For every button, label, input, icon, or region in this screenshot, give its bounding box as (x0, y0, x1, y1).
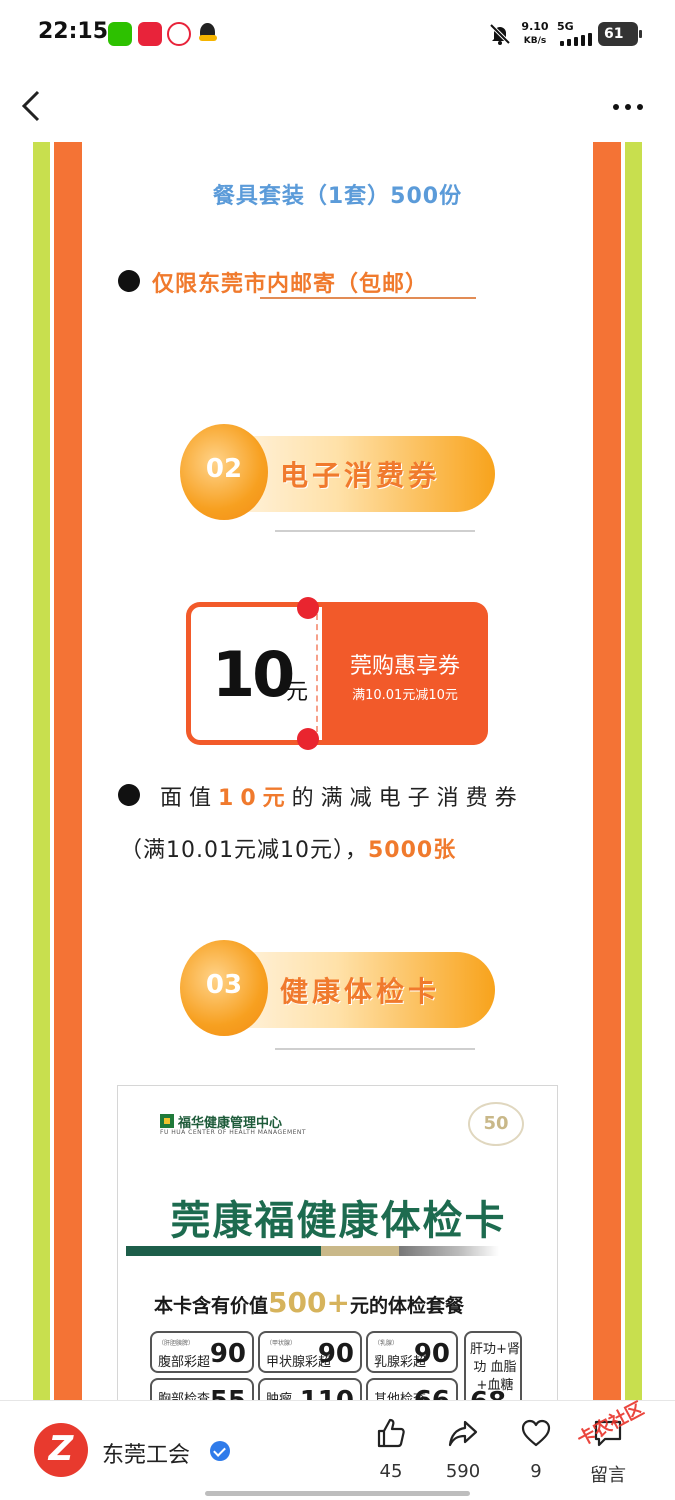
package-value: 110 (300, 1386, 354, 1400)
package-value: 90 (209, 1339, 246, 1369)
package-tile: （乳腺） 乳腺彩超 90 (366, 1331, 458, 1373)
qq-icon (196, 22, 220, 46)
nav-bar (0, 68, 675, 142)
bottom-action-bar: Z 东莞工会 45 590 9 留言 (0, 1400, 675, 1500)
coupon-desc-line2: （满10.01元减10元），5000张 (120, 832, 456, 864)
desc-text: 的满减电子消费券 (291, 786, 524, 811)
right-orange-stripe (593, 142, 621, 1400)
tableware-set-title: 餐具套装（1套）500份 (212, 184, 463, 209)
share-arrow-icon (448, 1420, 478, 1447)
panda-app-icon (167, 22, 191, 46)
coupon-card: 10 元 莞购惠享券 满10.01元减10元 (186, 597, 488, 750)
article-content[interactable]: 餐具套装（1套）500份 仅限东莞市内邮寄（包邮） 02 电子消费券 10 元 … (0, 142, 675, 1400)
section-number: 03 (205, 970, 243, 1000)
mail-note-underline (260, 297, 476, 299)
card-subtitle-value: 500+ (268, 1286, 350, 1319)
battery-icon: 61 (598, 22, 642, 46)
heart-count: 9 (530, 1461, 542, 1482)
section-02-header: 02 电子消费券 (180, 424, 495, 520)
like-count: 45 (379, 1461, 403, 1482)
like-button[interactable]: 45 (359, 1417, 423, 1487)
signal-icon (560, 32, 594, 46)
card-subtitle: 本卡含有价值500+元的体检套餐 (154, 1286, 464, 1319)
mute-bell-icon (489, 23, 511, 45)
desc-highlight-count: 5000张 (367, 838, 457, 863)
package-note: （肝胆胰脾） (158, 1340, 195, 1347)
package-value: 66 (414, 1386, 450, 1400)
wechat-icon (108, 22, 132, 46)
card-bar-green (126, 1246, 321, 1256)
coupon-amount: 10 (212, 638, 295, 711)
section-label: 健康体检卡 (280, 975, 441, 1008)
net-speed: 9.10 KB/s (520, 20, 550, 48)
package-tile: 胸部检查 55 (150, 1378, 254, 1400)
bullet-dot (118, 784, 140, 806)
package-name: 肿瘤 (266, 1392, 293, 1400)
card-subtitle-text: 元的体检套餐 (349, 1295, 464, 1317)
card-center-english: FU HUA CENTER OF HEALTH MANAGEMENT (160, 1129, 307, 1136)
card-bar-gray (399, 1246, 499, 1256)
author-name[interactable]: 东莞工会 (102, 1437, 190, 1469)
package-tile: 肿瘤 110 (258, 1378, 362, 1400)
section-02-divider (275, 530, 475, 532)
desc-highlight-value: 10元 (218, 786, 292, 811)
package-tile: 其他检查 66 (366, 1378, 458, 1400)
left-green-stripe (33, 142, 50, 1400)
verified-icon (210, 1441, 230, 1461)
thumbs-up-icon (377, 1418, 405, 1448)
coupon-perforation (316, 614, 318, 732)
package-value: 90 (413, 1339, 450, 1369)
package-tile: （肝胆胰脾） 腹部彩超 90 (150, 1331, 254, 1373)
mail-note: 仅限东莞市内邮寄（包邮） (152, 272, 429, 297)
card-title: 莞康福健康体检卡 (170, 1197, 507, 1244)
package-note: （乳腺） (374, 1340, 399, 1347)
desc-text: 面值 (160, 786, 219, 811)
coupon-notch-bottom (297, 728, 319, 750)
coupon-unit: 元 (286, 680, 309, 705)
bullet-dot (118, 270, 140, 292)
section-number: 02 (205, 454, 243, 484)
share-count: 590 (445, 1461, 481, 1482)
card-subtitle-text: 本卡含有价值 (154, 1295, 269, 1317)
coupon-desc-line1: 面值10元的满减电子消费券 (160, 780, 524, 812)
anniversary-badge: 50 (468, 1102, 524, 1146)
back-button[interactable] (18, 88, 48, 124)
package-tile: （甲状腺） 甲状腺彩超 90 (258, 1331, 362, 1373)
package-note: （甲状腺） (266, 1340, 297, 1347)
red-app-icon (138, 22, 162, 46)
right-green-stripe (625, 142, 642, 1400)
coupon-notch-top (297, 597, 319, 619)
comment-label: 留言 (590, 1465, 626, 1486)
package-name: 腹部彩超 (158, 1355, 211, 1370)
package-value: 55 (210, 1386, 246, 1400)
more-button[interactable] (608, 96, 648, 116)
package-tile: 肝功+肾功 血脂+血糖 68 (464, 1331, 522, 1400)
card-bar-gold (321, 1246, 399, 1256)
desc-text: （满10.01元减10元）， (120, 838, 368, 863)
section-label: 电子消费券 (280, 459, 441, 492)
favorite-button[interactable]: 9 (504, 1417, 568, 1487)
net-speed-unit: KB/s (523, 36, 547, 46)
heart-icon (521, 1419, 551, 1447)
net-speed-value: 9.10 (521, 20, 549, 33)
package-value: 90 (317, 1339, 354, 1369)
fuhua-logo-icon (160, 1114, 174, 1128)
health-check-card-image[interactable]: 福华健康管理中心 FU HUA CENTER OF HEALTH MANAGEM… (117, 1085, 558, 1400)
status-time: 22:15 (38, 19, 109, 44)
section-03-divider (275, 1048, 475, 1050)
coupon-name: 莞购惠享券 (349, 654, 460, 679)
coupon-condition: 满10.01元减10元 (352, 688, 458, 703)
status-bar: 22:15 9.10 KB/s 5G 61 (0, 0, 675, 68)
share-button[interactable]: 590 (431, 1417, 495, 1487)
package-value: 68 (470, 1387, 506, 1400)
left-orange-stripe (54, 142, 82, 1400)
home-indicator[interactable] (205, 1491, 470, 1496)
author-avatar[interactable]: Z (34, 1423, 88, 1477)
section-03-header: 03 健康体检卡 (180, 940, 495, 1036)
package-name: 胸部检查 (158, 1392, 211, 1400)
